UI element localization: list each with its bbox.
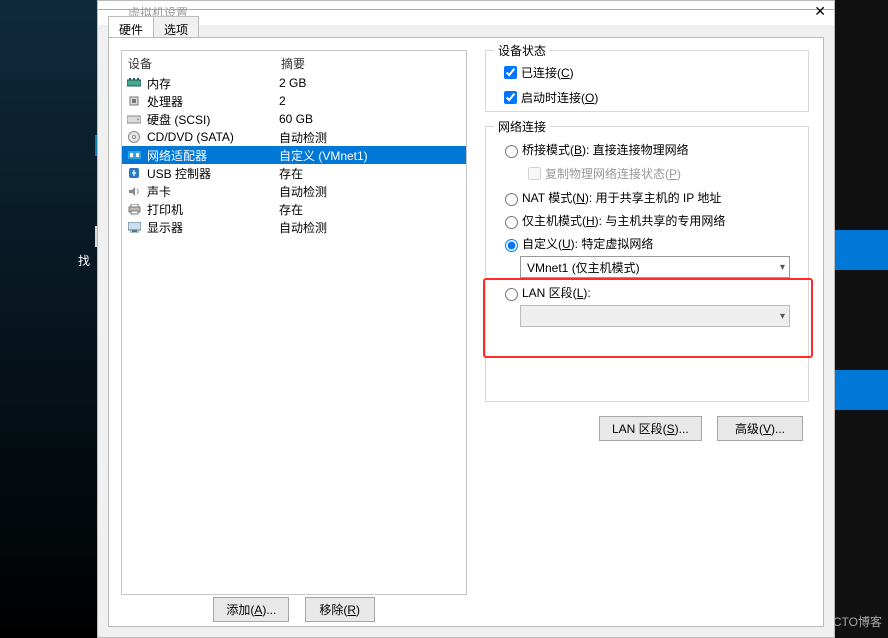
radio-bridged[interactable]: 桥接模式(B): 直接连接物理网络 — [500, 141, 808, 158]
bridged-label: 桥接模式(B): 直接连接物理网络 — [522, 141, 689, 158]
bg-blue-2 — [835, 370, 888, 410]
hardware-bottom-buttons: 添加(A)... 移除(R) — [121, 597, 467, 622]
hw-value: 自动检测 — [279, 129, 462, 146]
group-network-connection: 网络连接 桥接模式(B): 直接连接物理网络 复制物理网络连接状态(P) NAT… — [485, 126, 809, 402]
hw-row-usb[interactable]: USB 控制器 存在 — [122, 164, 466, 182]
radio-custom[interactable]: 自定义(U): 特定虚拟网络 — [500, 235, 808, 252]
hw-value: 60 GB — [279, 112, 462, 126]
sound-icon — [126, 184, 142, 198]
printer-icon — [126, 202, 142, 216]
bg-blue-1 — [835, 230, 888, 270]
cpu-icon — [126, 94, 142, 108]
radio-lan-segment[interactable]: LAN 区段(L): — [500, 284, 808, 301]
connected-checkbox-input[interactable] — [504, 66, 517, 79]
col-device: 设备 — [128, 55, 281, 72]
nat-label: NAT 模式(N): 用于共享主机的 IP 地址 — [522, 189, 721, 206]
group-device-state-title: 设备状态 — [494, 42, 550, 59]
close-icon[interactable]: ✕ — [814, 3, 826, 20]
hw-row-sound[interactable]: 声卡 自动检测 — [122, 182, 466, 200]
hw-row-cpu[interactable]: 处理器 2 — [122, 92, 466, 110]
custom-vmnet-combo[interactable]: VMnet1 (仅主机模式) ▾ — [520, 256, 790, 278]
hw-value: 自定义 (VMnet1) — [279, 147, 462, 164]
hostonly-radio-input[interactable] — [505, 216, 518, 229]
hw-label: CD/DVD (SATA) — [147, 130, 279, 144]
dialog-titlebar: 虚拟机设置 ✕ — [98, 1, 834, 25]
hw-row-harddisk[interactable]: 硬盘 (SCSI) 60 GB — [122, 110, 466, 128]
hw-value: 存在 — [279, 165, 462, 182]
hw-value: 2 GB — [279, 76, 462, 90]
usb-icon — [126, 166, 142, 180]
nat-radio-input[interactable] — [505, 193, 518, 206]
bridged-radio-input[interactable] — [505, 145, 518, 158]
lan-radio-input[interactable] — [505, 288, 518, 301]
checkbox-connect-at-poweron[interactable]: 启动时连接(O) — [500, 88, 808, 107]
background-right — [835, 0, 888, 638]
hw-label: 打印机 — [147, 201, 279, 218]
col-summary: 摘要 — [281, 55, 305, 72]
group-device-state: 设备状态 已连接(C) 启动时连接(O) — [485, 50, 809, 112]
radio-nat[interactable]: NAT 模式(N): 用于共享主机的 IP 地址 — [500, 189, 808, 206]
background-desktop — [0, 0, 97, 638]
memory-icon — [126, 76, 142, 90]
replicate-label: 复制物理网络连接状态(P) — [545, 165, 681, 182]
custom-label: 自定义(U): 特定虚拟网络 — [522, 235, 653, 252]
hw-row-printer[interactable]: 打印机 存在 — [122, 200, 466, 218]
chevron-down-icon: ▾ — [780, 262, 785, 273]
lan-segments-button[interactable]: LAN 区段(S)... — [599, 416, 702, 441]
lan-label: LAN 区段(L): — [522, 284, 591, 301]
display-icon — [126, 220, 142, 234]
group-network-title: 网络连接 — [494, 118, 550, 135]
hw-label: 处理器 — [147, 93, 279, 110]
cd-icon — [126, 130, 142, 144]
network-extra-buttons: LAN 区段(S)... 高级(V)... — [593, 416, 809, 441]
tab-pane: 设备 摘要 内存 2 GB 处理器 2 硬盘 (SCSI) 60 GB CD/D… — [108, 37, 824, 627]
hw-label: 声卡 — [147, 183, 279, 200]
advanced-button[interactable]: 高级(V)... — [717, 416, 803, 441]
hw-value: 存在 — [279, 201, 462, 218]
hw-label: 显示器 — [147, 219, 279, 236]
checkbox-connected[interactable]: 已连接(C) — [500, 63, 808, 82]
hardware-list[interactable]: 设备 摘要 内存 2 GB 处理器 2 硬盘 (SCSI) 60 GB CD/D… — [121, 50, 467, 595]
replicate-checkbox-input — [528, 167, 541, 180]
hostonly-label: 仅主机模式(H): 与主机共享的专用网络 — [522, 212, 725, 229]
bg-letter: 找 — [78, 252, 90, 269]
hw-label: 硬盘 (SCSI) — [147, 111, 279, 128]
poweron-checkbox-input[interactable] — [504, 91, 517, 104]
vm-settings-dialog: 虚拟机设置 ✕ 硬件选项 设备 摘要 内存 2 GB 处理器 2 硬 — [97, 0, 835, 638]
hw-label: USB 控制器 — [147, 165, 279, 182]
hw-row-display[interactable]: 显示器 自动检测 — [122, 218, 466, 236]
checkbox-replicate: 复制物理网络连接状态(P) — [524, 164, 808, 183]
poweron-label: 启动时连接(O) — [521, 89, 598, 106]
hw-row-cddvd[interactable]: CD/DVD (SATA) 自动检测 — [122, 128, 466, 146]
hw-value: 2 — [279, 94, 462, 108]
network-icon — [126, 148, 142, 162]
connected-label: 已连接(C) — [521, 64, 574, 81]
remove-button[interactable]: 移除(R) — [305, 597, 375, 622]
custom-radio-input[interactable] — [505, 239, 518, 252]
hw-row-memory[interactable]: 内存 2 GB — [122, 74, 466, 92]
lan-segment-combo: ▾ — [520, 305, 790, 327]
hw-value: 自动检测 — [279, 219, 462, 236]
hw-label: 内存 — [147, 75, 279, 92]
custom-vmnet-value: VMnet1 (仅主机模式) — [527, 259, 640, 276]
chevron-down-icon: ▾ — [780, 311, 785, 322]
hdd-icon — [126, 112, 142, 126]
hw-label: 网络适配器 — [147, 147, 279, 164]
hw-row-network-adapter[interactable]: 网络适配器 自定义 (VMnet1) — [122, 146, 466, 164]
radio-hostonly[interactable]: 仅主机模式(H): 与主机共享的专用网络 — [500, 212, 808, 229]
add-button[interactable]: 添加(A)... — [213, 597, 289, 622]
hardware-list-header: 设备 摘要 — [122, 51, 466, 74]
hw-value: 自动检测 — [279, 183, 462, 200]
